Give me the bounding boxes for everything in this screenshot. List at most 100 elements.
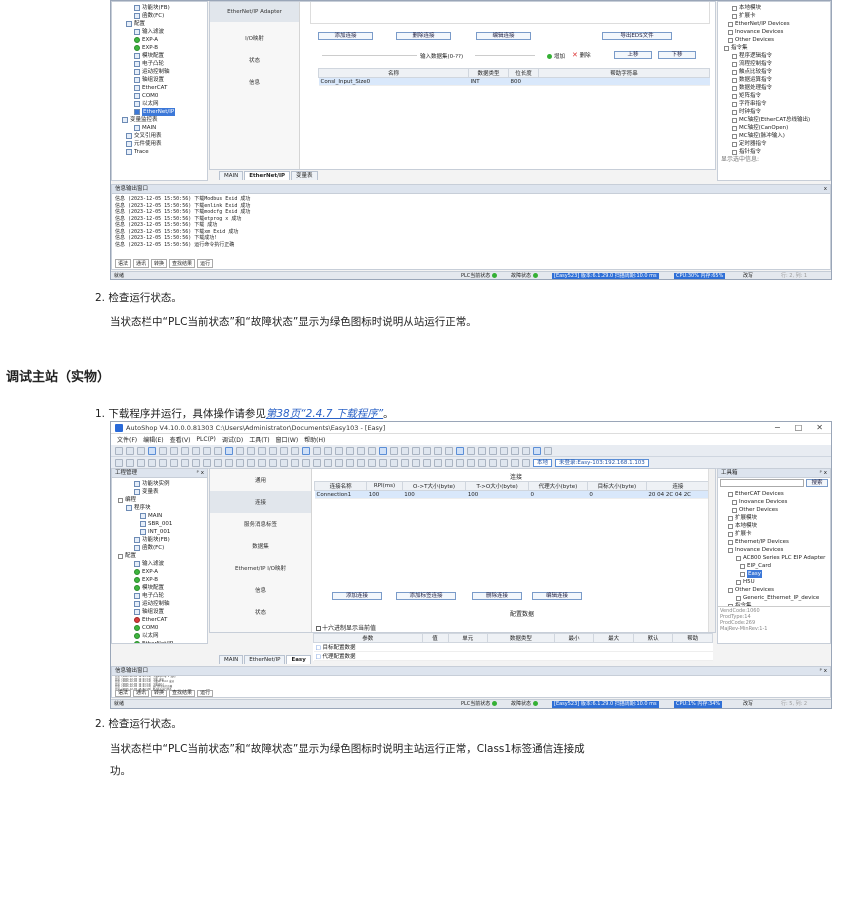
- toolbar-button[interactable]: [489, 446, 497, 455]
- toolbar-button[interactable]: [291, 458, 299, 467]
- menu-item[interactable]: 文件(F): [117, 435, 137, 444]
- toolbar-button[interactable]: [335, 458, 343, 467]
- export-eds-button[interactable]: 导出EDS文件: [602, 32, 672, 40]
- tree-item[interactable]: 电子凸轮: [112, 60, 207, 68]
- tree-item[interactable]: 字符串指令: [724, 100, 830, 108]
- toolbar-button[interactable]: [236, 446, 244, 455]
- toolbar-button[interactable]: [214, 446, 222, 455]
- close-button[interactable]: ✕: [816, 423, 823, 432]
- tab-main[interactable]: MAIN: [219, 655, 244, 664]
- toolbar-button[interactable]: [500, 458, 508, 467]
- toolbar-button[interactable]: [522, 458, 530, 467]
- tree-item[interactable]: EtherNet/IP: [112, 108, 207, 116]
- tree-item[interactable]: 编程: [112, 496, 207, 504]
- menu-item[interactable]: 查看(V): [170, 435, 191, 444]
- tree-item[interactable]: 函数(FC): [112, 544, 207, 552]
- log-tab[interactable]: 运行: [197, 690, 214, 697]
- nav-5[interactable]: 信息: [210, 579, 311, 601]
- toolbar-button[interactable]: [159, 446, 167, 455]
- move-down-button[interactable]: 下移: [658, 51, 696, 59]
- toolbar-button[interactable]: [368, 446, 376, 455]
- toolbox-search-button[interactable]: 搜索: [806, 479, 828, 487]
- toolbar-button[interactable]: [412, 458, 420, 467]
- delete-connection-button[interactable]: 删除连接: [472, 592, 522, 600]
- nav-status[interactable]: 状态: [210, 50, 299, 70]
- tab-ethernetip[interactable]: EtherNet/IP: [244, 171, 291, 180]
- toolbar-button[interactable]: [368, 458, 376, 467]
- tree-item[interactable]: Ethernet/IP Devices: [724, 538, 830, 546]
- toolbar-button[interactable]: [533, 446, 541, 455]
- tree-item[interactable]: 电子凸轮: [112, 592, 207, 600]
- toolbar-button[interactable]: [291, 446, 299, 455]
- tab-main[interactable]: MAIN: [219, 171, 244, 180]
- toolbar-button[interactable]: [181, 458, 189, 467]
- download-link[interactable]: 第38页“2.4.7 下载程序”: [266, 408, 383, 420]
- tree-item[interactable]: 元件使用表: [112, 140, 207, 148]
- tree-item[interactable]: 功能块实例: [112, 480, 207, 488]
- toolbar-button[interactable]: [247, 458, 255, 467]
- toolbar-button[interactable]: [269, 446, 277, 455]
- tree-item[interactable]: 变量表: [112, 488, 207, 496]
- toolbar-button[interactable]: [170, 446, 178, 455]
- toolbar-button[interactable]: [247, 446, 255, 455]
- delete-connection-button[interactable]: 删除连接: [396, 32, 451, 40]
- tree-item[interactable]: Other Devices: [724, 586, 830, 594]
- toolbar-button[interactable]: [478, 458, 486, 467]
- tree-item[interactable]: Other Devices: [724, 36, 830, 44]
- toolbar-button[interactable]: [456, 446, 464, 455]
- tree-item[interactable]: 程序块: [112, 504, 207, 512]
- tree-item[interactable]: MC轴控(EtherCAT总线输出): [724, 116, 830, 124]
- toolbar-button[interactable]: [412, 446, 420, 455]
- toolbar-button[interactable]: [544, 446, 552, 455]
- tree-item[interactable]: EtherCAT Devices: [724, 490, 830, 498]
- nav-2[interactable]: 服务消息标签: [210, 513, 311, 535]
- nav-4[interactable]: Ethernet/IP I/O映射: [210, 557, 311, 579]
- tree-item[interactable]: 配置: [112, 552, 207, 560]
- connection-button[interactable]: 未登录:Easy-103:192.168.1.103: [555, 458, 649, 467]
- tree-item[interactable]: 交叉引用表: [112, 132, 207, 140]
- hex-display-checkbox[interactable]: 十六进制显示当前值: [316, 623, 376, 632]
- tree-item[interactable]: 输入滤波: [112, 560, 207, 568]
- tree-item[interactable]: MAIN: [112, 124, 207, 132]
- toolbar-button[interactable]: [390, 446, 398, 455]
- tree-item[interactable]: EtherCAT: [112, 616, 207, 624]
- toolbar-button[interactable]: [511, 458, 519, 467]
- toolbar-button[interactable]: [269, 458, 277, 467]
- tree-item[interactable]: 扩展卡: [724, 530, 830, 538]
- toolbar-button[interactable]: [511, 446, 519, 455]
- tree-item[interactable]: 本地模块: [724, 522, 830, 530]
- edit-connection-button[interactable]: 编辑连接: [532, 592, 582, 600]
- toolbar-button[interactable]: [401, 446, 409, 455]
- toolbar-button[interactable]: [434, 446, 442, 455]
- toolbar-button[interactable]: [379, 458, 387, 467]
- table-row[interactable]: Consl_Input_Size0 INT 800: [318, 77, 710, 86]
- tree-item[interactable]: 轴组设置: [112, 608, 207, 616]
- tree-item[interactable]: 功能块(FB): [112, 4, 207, 12]
- nav-io-mapping[interactable]: I/O映射: [210, 28, 299, 48]
- tree-item[interactable]: 流程控制指令: [724, 60, 830, 68]
- toolbar-button[interactable]: [423, 458, 431, 467]
- tree-item[interactable]: COM0: [112, 92, 207, 100]
- toolbar-button[interactable]: [500, 446, 508, 455]
- tree-item[interactable]: 功能块(FB): [112, 536, 207, 544]
- nav-ethernetip-adapter[interactable]: EtherNet/IP Adapter: [210, 2, 299, 22]
- toolbar-button[interactable]: [390, 458, 398, 467]
- toolbox-search-input[interactable]: [720, 479, 804, 487]
- toolbar-button[interactable]: [126, 458, 134, 467]
- toolbar-button[interactable]: [203, 458, 211, 467]
- move-up-button[interactable]: 上移: [614, 51, 652, 59]
- toolbar-button[interactable]: [346, 446, 354, 455]
- toolbar-button[interactable]: [236, 458, 244, 467]
- tree-item[interactable]: 配置: [112, 20, 207, 28]
- edit-connection-button[interactable]: 编辑连接: [476, 32, 531, 40]
- toolbar-button[interactable]: [445, 458, 453, 467]
- toolbar-button[interactable]: [170, 458, 178, 467]
- tree-item[interactable]: 矩阵指令: [724, 92, 830, 100]
- log-tab[interactable]: 查找结果: [169, 690, 196, 697]
- table-row[interactable]: □ 代理配置数据: [313, 651, 713, 661]
- tree-item[interactable]: 变量监控表: [112, 116, 207, 124]
- tree-item[interactable]: Inovance Devices: [724, 28, 830, 36]
- tree-item[interactable]: H5U: [724, 578, 830, 586]
- tree-item[interactable]: 数据运算指令: [724, 76, 830, 84]
- toolbar-button[interactable]: [401, 458, 409, 467]
